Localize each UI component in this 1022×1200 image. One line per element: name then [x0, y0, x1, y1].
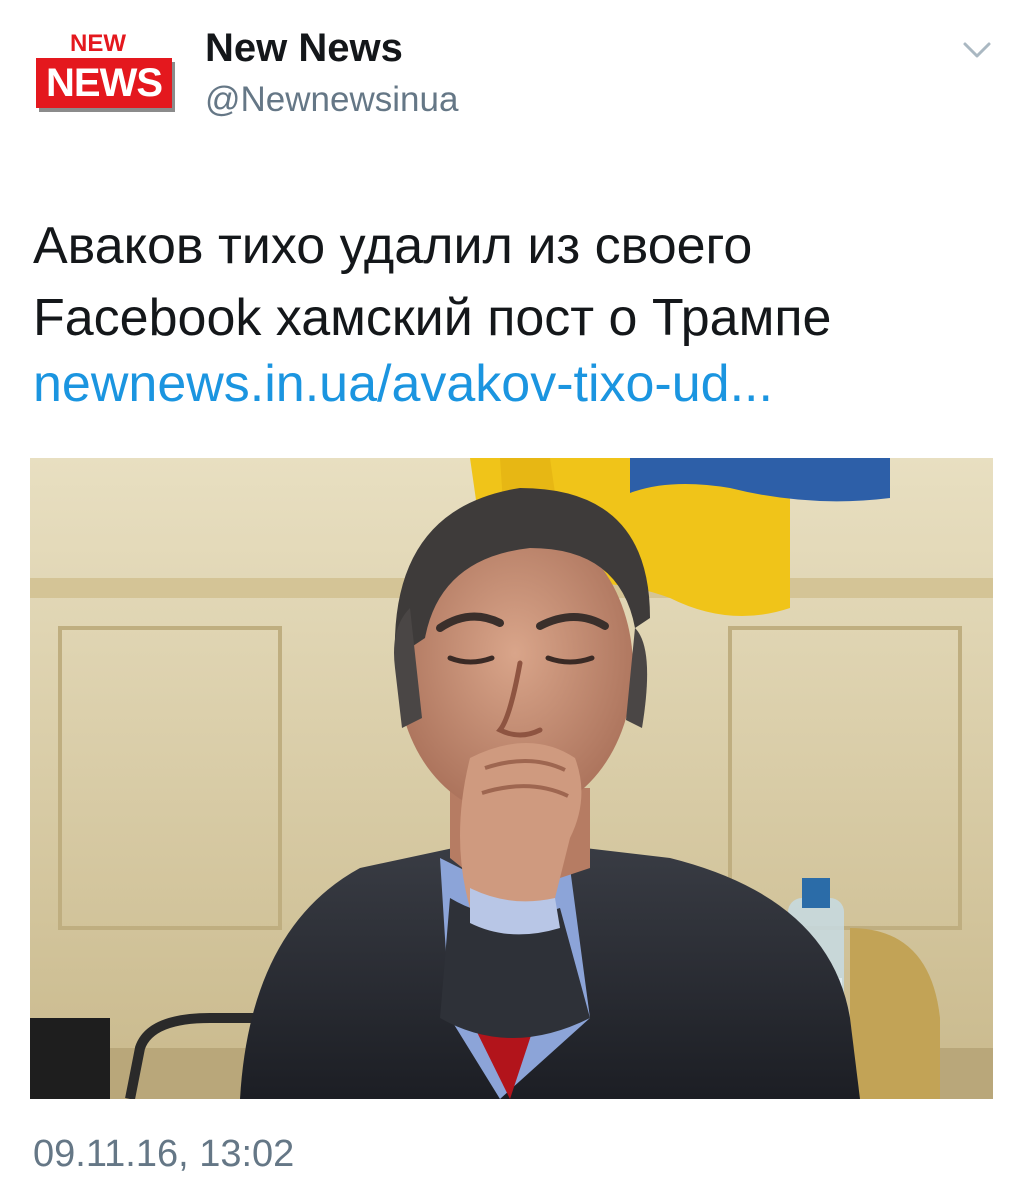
timestamp[interactable]: 09.11.16, 13:02 [33, 1130, 294, 1178]
tweet-text-line: Facebook хамский пост о Трампе [33, 289, 832, 347]
tweet-photo[interactable] [30, 458, 993, 1099]
tweet-link[interactable]: newnews.in.ua/avakov-tixo-ud... [33, 348, 773, 420]
tweet-text: Аваков тихо удалил из своего Facebook ха… [33, 210, 993, 354]
account-name[interactable]: New News [205, 24, 403, 72]
account-handle[interactable]: @Newnewsinua [205, 78, 458, 122]
chevron-down-icon[interactable] [962, 38, 992, 62]
tweet-card: NEW NEWS New News @Newnewsinua Аваков ти… [0, 0, 1022, 1200]
logo-top-text: NEW [70, 30, 126, 57]
logo-box-text: NEWS [36, 58, 172, 108]
avatar[interactable]: NEW NEWS [36, 30, 176, 110]
tweet-text-line: Аваков тихо удалил из своего [33, 217, 753, 275]
